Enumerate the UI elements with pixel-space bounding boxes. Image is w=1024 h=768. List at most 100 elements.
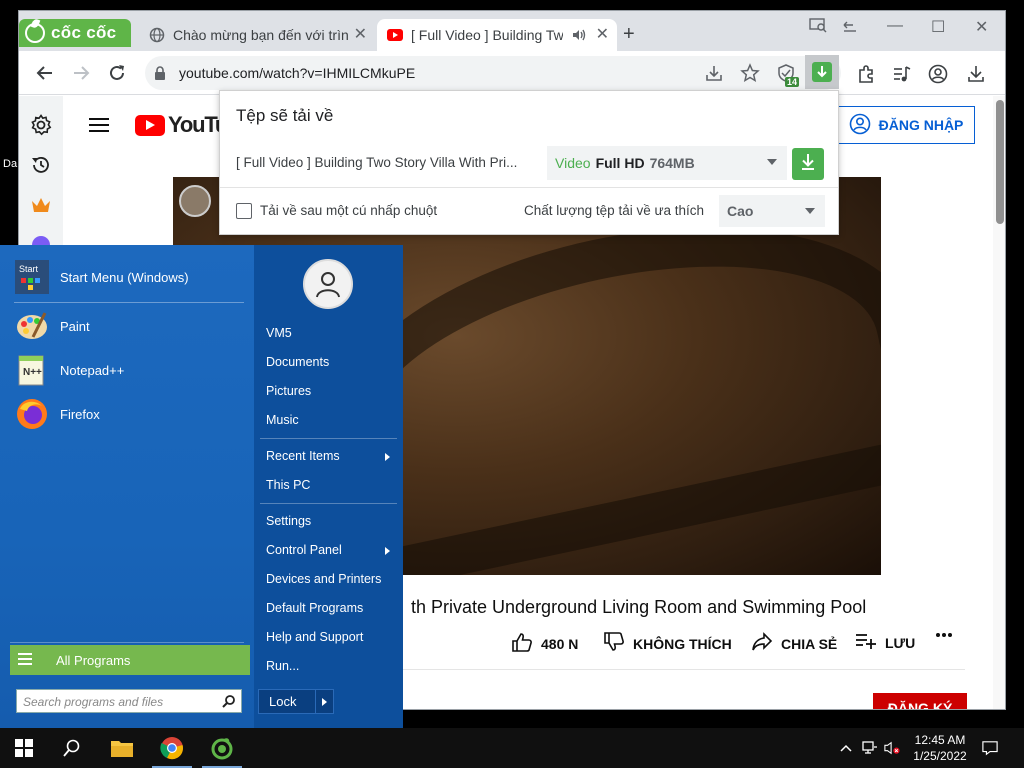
search-icon[interactable] [222, 694, 236, 713]
more-actions-icon[interactable] [935, 632, 953, 638]
share-arrow-icon [751, 632, 773, 655]
lock-icon[interactable] [153, 65, 167, 86]
scrollbar-thumb[interactable] [996, 100, 1004, 224]
start-place-pictures[interactable]: Pictures [266, 384, 311, 398]
start-menu-item-notepadpp[interactable]: N++ Notepad++ [14, 352, 124, 388]
channel-avatar[interactable] [179, 185, 211, 217]
taskbar-chrome[interactable] [148, 728, 196, 768]
one-click-label[interactable]: Tải về sau một cú nhấp chuột [260, 203, 437, 218]
start-menu-item-startmenu[interactable]: Start Start Menu (Windows) [14, 259, 189, 295]
start-place-this-pc[interactable]: This PC [266, 478, 310, 492]
coccoc-menu-button[interactable]: cốc cốc [19, 19, 131, 47]
back-icon[interactable] [33, 61, 57, 85]
thumbs-up-icon [511, 632, 533, 655]
restore-window-icon[interactable] [841, 17, 859, 38]
svg-text:N++: N++ [23, 367, 42, 378]
close-tab-icon[interactable]: ✕ [596, 27, 609, 43]
hamburger-menu-icon[interactable] [89, 117, 109, 138]
page-scrollbar[interactable] [993, 96, 1005, 709]
one-click-checkbox[interactable] [236, 203, 252, 219]
volume-muted-icon[interactable] [884, 740, 900, 756]
start-download-button[interactable] [792, 148, 824, 180]
start-menu-item-paint[interactable]: Paint [14, 308, 90, 344]
search-icon [63, 739, 80, 757]
start-place-help-support[interactable]: Help and Support [266, 630, 363, 644]
history-icon[interactable] [29, 153, 53, 177]
share-button[interactable]: CHIA SẺ [751, 632, 837, 655]
reload-icon[interactable] [105, 61, 129, 85]
start-place-documents[interactable]: Documents [266, 355, 329, 369]
power-options-arrow-icon[interactable] [322, 698, 327, 706]
taskbar-file-explorer[interactable] [98, 728, 146, 768]
music-list-icon[interactable] [891, 63, 913, 85]
start-place-run[interactable]: Run... [266, 659, 299, 673]
coccoc-logo-icon [25, 23, 45, 43]
crown-icon[interactable] [29, 193, 53, 217]
downloads-icon[interactable] [965, 63, 987, 85]
dislike-button[interactable]: KHÔNG THÍCH [603, 632, 732, 655]
list-icon [18, 652, 32, 668]
taskbar-search-button[interactable] [48, 728, 96, 768]
lock-button[interactable]: Lock [258, 689, 334, 714]
chevron-right-icon [385, 453, 390, 461]
close-window-button[interactable]: ✕ [975, 17, 988, 37]
all-programs-button[interactable]: All Programs [10, 645, 250, 675]
new-tab-button[interactable]: + [623, 23, 635, 46]
system-clock[interactable]: 12:45 AM 1/25/2022 [905, 732, 975, 764]
start-place-recent-items[interactable]: Recent Items [266, 449, 340, 463]
user-avatar[interactable] [303, 259, 353, 309]
brand-label: cốc cốc [51, 23, 117, 42]
search-tabs-icon[interactable] [809, 17, 827, 38]
speaker-icon[interactable] [571, 27, 587, 46]
desktop-icon-label: Da [3, 158, 18, 170]
quality-source: Video [555, 155, 591, 171]
tray-expand-icon[interactable] [838, 740, 854, 756]
start-button[interactable] [0, 728, 48, 768]
preferred-quality-value: Cao [727, 203, 754, 219]
save-label: LƯU [885, 634, 916, 651]
user-icon [316, 272, 340, 298]
start-menu-item-firefox[interactable]: Firefox [14, 396, 100, 432]
save-button[interactable]: LƯU [855, 632, 915, 653]
notifications-icon[interactable] [982, 740, 998, 756]
taskbar-coccoc[interactable] [198, 728, 246, 768]
like-count: 480 N [541, 635, 579, 652]
download-file-name: [ Full Video ] Building Two Story Villa … [236, 155, 518, 170]
close-tab-icon[interactable]: ✕ [354, 27, 367, 43]
tab-welcome[interactable]: Chào mừng bạn đến với trình duyệt ✕ [139, 19, 375, 51]
profile-icon[interactable] [927, 63, 949, 85]
bookmark-star-icon[interactable] [739, 62, 761, 84]
clock-time: 12:45 AM [914, 733, 966, 747]
network-icon[interactable] [862, 740, 878, 756]
signin-label: ĐĂNG NHẬP [878, 117, 964, 133]
firefox-icon [14, 396, 50, 432]
youtube-play-icon [135, 114, 165, 136]
subscribe-button[interactable]: ĐĂNG KÝ [873, 693, 967, 709]
start-place-devices-printers[interactable]: Devices and Printers [266, 572, 381, 586]
settings-gear-icon[interactable] [29, 113, 53, 137]
start-place-music[interactable]: Music [266, 413, 299, 427]
start-place-user[interactable]: VM5 [266, 326, 292, 340]
start-place-control-panel[interactable]: Control Panel [266, 543, 342, 557]
save-page-icon[interactable] [703, 62, 725, 84]
thumbs-down-icon [603, 632, 625, 655]
start-search-input[interactable]: Search programs and files [16, 689, 242, 713]
preferred-quality-select[interactable]: Cao [719, 195, 825, 227]
tab-youtube-video[interactable]: [ Full Video ] Building Two Story Villa … [377, 19, 617, 51]
signin-button[interactable]: ĐĂNG NHẬP [837, 106, 975, 144]
start-place-default-programs[interactable]: Default Programs [266, 601, 363, 615]
minimize-button[interactable]: — [887, 17, 903, 35]
address-bar[interactable]: youtube.com/watch?v=IHMILCMkuPE [145, 56, 841, 90]
forward-icon[interactable] [69, 61, 93, 85]
lock-label: Lock [269, 694, 297, 709]
extensions-puzzle-icon[interactable] [855, 63, 877, 85]
quality-select[interactable]: Video Full HD 764MB [547, 146, 787, 180]
divider [260, 503, 397, 504]
start-place-settings[interactable]: Settings [266, 514, 311, 528]
like-button[interactable]: 480 N [511, 632, 578, 655]
popup-title: Tệp sẽ tải về [236, 106, 334, 125]
savior-download-button[interactable] [805, 55, 839, 89]
notepadpp-icon: N++ [14, 352, 50, 388]
shield-badge: 14 [785, 77, 800, 87]
maximize-button[interactable]: ☐ [931, 17, 945, 37]
